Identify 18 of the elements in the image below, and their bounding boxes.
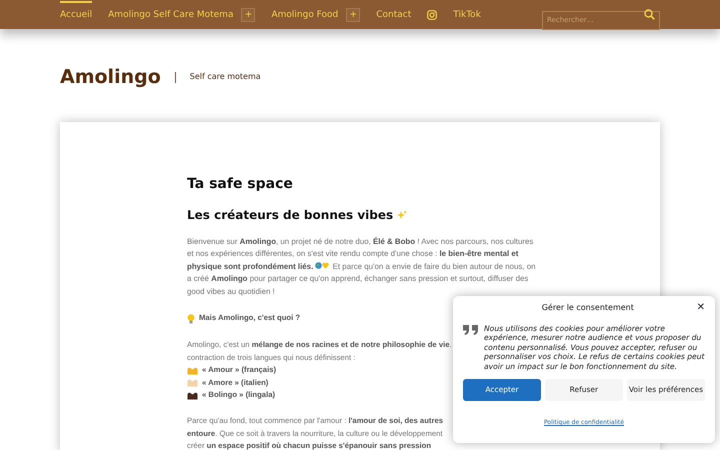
sparkles-icon bbox=[397, 210, 408, 220]
search-icon[interactable] bbox=[644, 9, 655, 20]
expand-button[interactable]: + bbox=[241, 8, 256, 22]
close-button[interactable]: ✕ bbox=[696, 303, 705, 313]
site-tagline: Self care motema bbox=[190, 71, 261, 84]
globe-heart-icon bbox=[315, 262, 330, 269]
nav-link[interactable]: Contact bbox=[376, 1, 412, 28]
dialog-title: Gérer le consentement bbox=[540, 302, 634, 314]
lightbulb-icon bbox=[187, 314, 195, 324]
expand-button[interactable]: + bbox=[346, 8, 360, 22]
nav-link[interactable]: TikTok bbox=[453, 1, 481, 28]
instagram-icon[interactable] bbox=[427, 10, 438, 20]
site-title[interactable]: Amolingo bbox=[60, 63, 161, 92]
page-heading: Ta safe space bbox=[187, 174, 294, 194]
nav-link[interactable]: Amolingo Food bbox=[271, 1, 338, 28]
nav-link[interactable]: Amolingo Self Care Motema bbox=[108, 1, 234, 28]
section-heading: Les créateurs de bonnes vibes bbox=[187, 206, 394, 224]
nav-link[interactable]: Accueil bbox=[60, 1, 92, 28]
